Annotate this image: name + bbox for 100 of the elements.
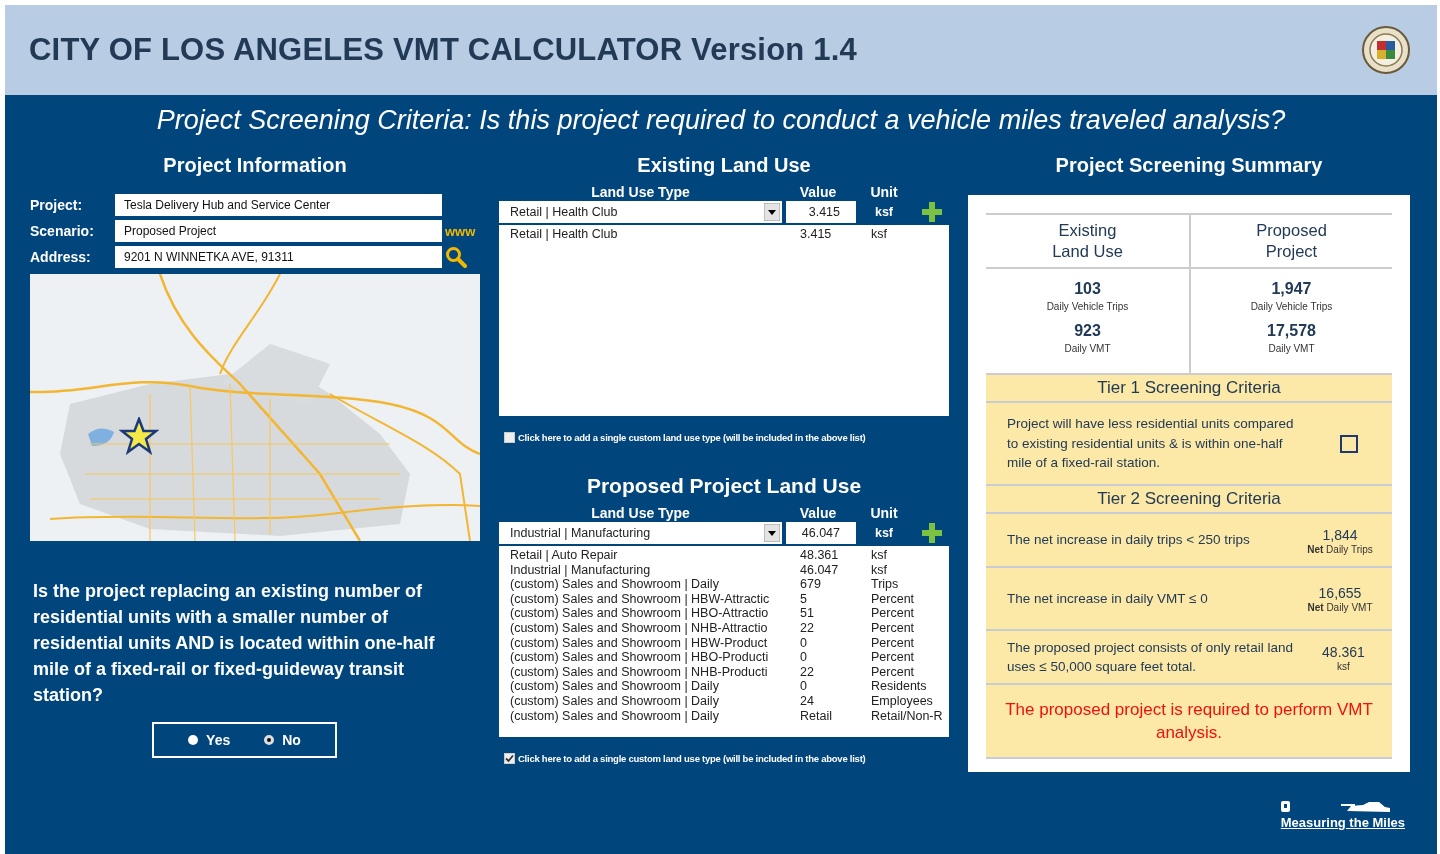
criteria-unit: ksf bbox=[1337, 660, 1350, 672]
list-cell-text: (custom) Sales and Showroom | HBO-Attractio bbox=[510, 606, 770, 621]
unit-label: ksf bbox=[873, 526, 895, 540]
criteria-text: The net increase in daily VMT ≤ 0 bbox=[1007, 589, 1208, 608]
checkbox-label: Click here to add a single custom land use type (will be included in the above list) bbox=[518, 753, 866, 764]
input-field[interactable]: 46.047 bbox=[786, 522, 856, 544]
list-cell-text: (custom) Sales and Showroom | HBW-Attractic bbox=[510, 591, 771, 607]
checkbox[interactable] bbox=[504, 753, 515, 764]
app-title: CITY OF LOS ANGELES VMT CALCULATOR Version 1.4 bbox=[29, 32, 857, 68]
add-icon[interactable] bbox=[922, 202, 942, 222]
radio-option[interactable]: No bbox=[264, 732, 301, 748]
list-cell-text: (custom) Sales and Showroom | HBW-Product bbox=[510, 635, 769, 651]
checkbox-label: Click here to add a single custom land use type (will be included in the above list) bbox=[518, 432, 866, 443]
web-link[interactable]: www bbox=[445, 223, 476, 239]
metric-label: Daily Vehicle Trips bbox=[1046, 300, 1129, 314]
list-cell-text: 48.361 bbox=[800, 548, 840, 563]
dropdown-arrow-icon bbox=[764, 524, 780, 542]
criteria-value: 48.361 bbox=[1322, 642, 1365, 661]
list-cell-text: ksf bbox=[871, 548, 888, 563]
list-cell-text: (custom) Sales and Showroom | Daily bbox=[510, 708, 720, 724]
list-cell-text: Percent bbox=[871, 606, 916, 621]
list-cell-text: Retail bbox=[800, 708, 833, 724]
list-cell-text: Percent bbox=[871, 635, 916, 651]
column-header: Land Use Type bbox=[590, 184, 691, 201]
section-heading: Proposed Project Land Use bbox=[585, 473, 863, 499]
list-cell-text: (custom) Sales and Showroom | Daily bbox=[510, 693, 720, 709]
criteria-value: 1,844 bbox=[1322, 525, 1358, 544]
criteria-heading: Tier 1 Screening Criteria bbox=[986, 375, 1392, 403]
dropdown-arrow-icon bbox=[764, 203, 780, 221]
dropdown[interactable]: Industrial | Manufacturing bbox=[499, 522, 782, 544]
list-box[interactable]: Retail | Health Club 3.415 ksf bbox=[499, 225, 949, 416]
criteria-unit: Net Daily VMT bbox=[1307, 602, 1373, 613]
column-header: Value bbox=[798, 505, 838, 522]
list-cell-text: ksf bbox=[871, 562, 888, 578]
unit-label: ksf bbox=[873, 205, 895, 219]
list-cell-text: (custom) Sales and Showroom | NHB-Attractio bbox=[510, 620, 769, 636]
result-message: The proposed project is required to perform VMT analysis. bbox=[1004, 699, 1374, 744]
list-cell-text: Employees bbox=[871, 693, 934, 709]
list-cell-text: 0 bbox=[800, 679, 808, 694]
logo-icon bbox=[1280, 801, 1391, 815]
section-heading: Project Screening Summary bbox=[1054, 153, 1324, 178]
dropdown[interactable]: Retail | Health Club bbox=[499, 201, 782, 223]
criteria-heading: Tier 2 Screening Criteria bbox=[986, 486, 1392, 514]
list-cell-text: 0 bbox=[800, 635, 808, 651]
vmt-count: 17,578 bbox=[1267, 321, 1316, 341]
column-header: Unit bbox=[869, 505, 899, 522]
section-heading: Existing Land Use bbox=[636, 153, 812, 178]
vmt-count: 923 bbox=[1074, 321, 1101, 341]
list-cell-text: (custom) Sales and Showroom | HBO-Producti bbox=[510, 650, 770, 665]
column-header: Land Use Type bbox=[590, 505, 691, 522]
list-cell-text: Trips bbox=[871, 577, 900, 592]
list-cell-text: Retail | Health Club bbox=[510, 227, 619, 242]
list-cell-text: 22 bbox=[800, 620, 815, 636]
seal-icon bbox=[1361, 25, 1411, 75]
trip-count: 103 bbox=[1074, 279, 1101, 299]
list-cell-text: 3.415 bbox=[800, 227, 833, 242]
section-heading: Project Information bbox=[162, 153, 348, 178]
list-cell-text: Percent bbox=[871, 620, 916, 636]
list-cell-text: 0 bbox=[800, 650, 808, 665]
list-cell-text: Retail/Non-R bbox=[871, 708, 944, 724]
input-field[interactable]: Tesla Delivery Hub and Service Center bbox=[115, 194, 442, 216]
metric-label: Daily Vehicle Trips bbox=[1250, 300, 1333, 314]
list-cell-text: (custom) Sales and Showroom | Daily bbox=[510, 577, 720, 592]
column-header: Proposed Project bbox=[1255, 220, 1328, 262]
checkbox[interactable] bbox=[1340, 434, 1358, 453]
list-box[interactable] bbox=[499, 546, 949, 737]
list-cell-text: Percent bbox=[871, 664, 916, 680]
metric-label: Daily VMT bbox=[1268, 342, 1315, 356]
list-cell-text: Retail | Auto Repair bbox=[510, 548, 619, 563]
list-cell-text: Industrial | Manufacturing bbox=[510, 562, 652, 578]
star-icon bbox=[119, 417, 159, 455]
field-label: Scenario: bbox=[30, 223, 95, 239]
list-cell-text: 46.047 bbox=[800, 562, 840, 578]
column-header: Existing Land Use bbox=[1051, 220, 1124, 262]
input-field[interactable]: 9201 N WINNETKA AVE, 91311 bbox=[115, 246, 442, 268]
list-cell-text: (custom) Sales and Showroom | NHB-Producti bbox=[510, 664, 769, 680]
column-header: Unit bbox=[869, 184, 899, 201]
criteria-text: Project will have less residential units compared to existing residential units & is within one-half mile of a fixed-rail station. bbox=[1007, 415, 1295, 473]
list-cell-text: 22 bbox=[800, 664, 815, 680]
list-cell-text: 679 bbox=[800, 577, 822, 592]
input-field[interactable]: 3.415 bbox=[786, 201, 856, 223]
list-cell-text: (custom) Sales and Showroom | Daily bbox=[510, 679, 720, 694]
criteria-text: The net increase in daily trips < 250 trips bbox=[1007, 531, 1250, 550]
field-label: Address: bbox=[30, 249, 92, 265]
logo-text: Measuring the Miles bbox=[1280, 815, 1405, 830]
list-cell-text: 51 bbox=[800, 606, 815, 621]
trip-count: 1,947 bbox=[1271, 279, 1312, 299]
search-icon[interactable] bbox=[445, 246, 467, 268]
field-label: Project: bbox=[30, 197, 84, 213]
list-cell-text: Percent bbox=[871, 650, 916, 665]
list-cell-text: 5 bbox=[800, 591, 808, 607]
list-cell-text: Percent bbox=[871, 591, 916, 607]
input-field[interactable]: Proposed Project bbox=[115, 220, 442, 242]
criteria-value: 16,655 bbox=[1318, 584, 1362, 602]
radio-option[interactable]: Yes bbox=[188, 732, 231, 748]
criteria-unit: Net Daily Trips bbox=[1307, 543, 1373, 555]
subtitle: Project Screening Criteria: Is this project required to conduct a vehicle miles traveled analysis? bbox=[155, 104, 1287, 137]
column-header: Value bbox=[798, 184, 838, 201]
list-cell-text: Residents bbox=[871, 679, 928, 694]
add-icon[interactable] bbox=[922, 523, 942, 543]
